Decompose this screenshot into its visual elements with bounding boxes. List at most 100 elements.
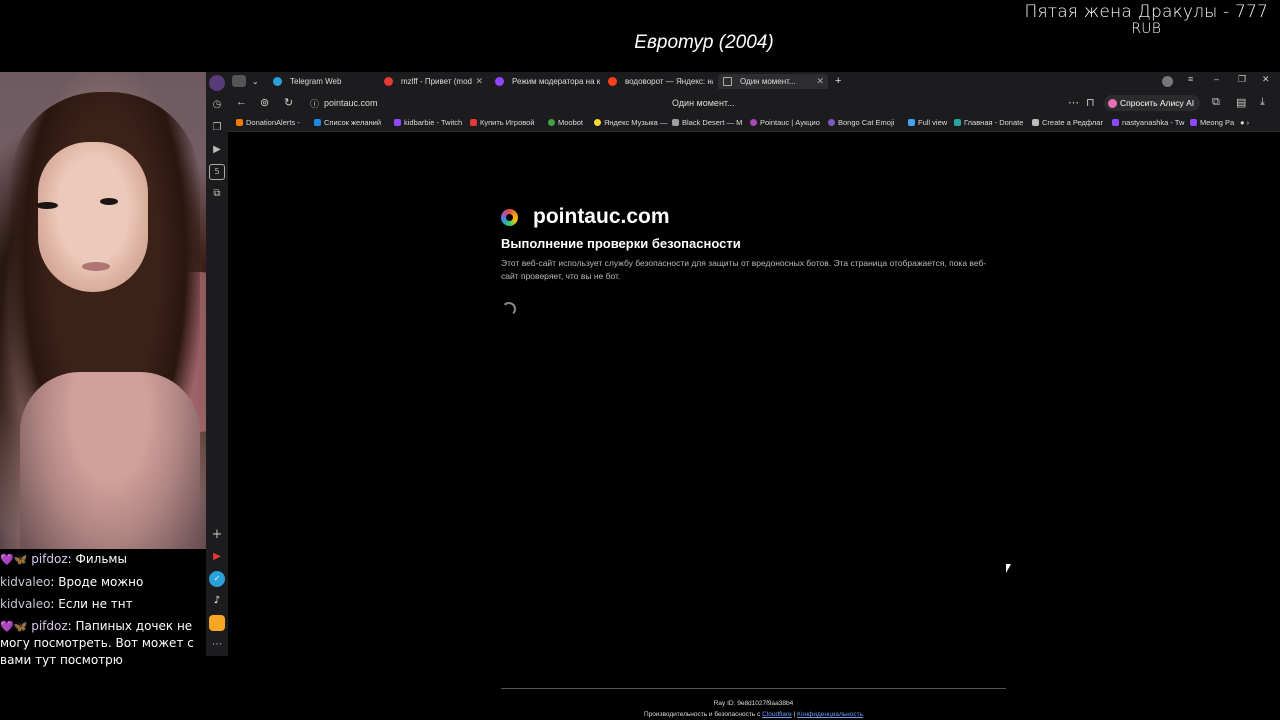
bookmark-item[interactable]: Список желаний: [314, 118, 381, 127]
tab-dropdown[interactable]: ⌄: [252, 74, 264, 89]
bookmark-item[interactable]: Купить Игровой: [470, 118, 535, 127]
chat-overlay: 💜🦋 pifdoz: Фильмы kidvaleo: Вроде можно …: [0, 548, 206, 669]
chevron-down-icon: ⌄: [252, 77, 259, 86]
reload-icon[interactable]: ↻: [284, 96, 293, 109]
collections-icon[interactable]: ❐: [209, 120, 225, 136]
app-icon[interactable]: 5: [209, 164, 225, 180]
page-content: pointauc.com Выполнение проверки безопас…: [228, 133, 1280, 718]
cloudflare-link[interactable]: Cloudflare: [762, 711, 792, 718]
wishlist-icon: [314, 119, 321, 126]
chat-username: pifdoz: [31, 552, 68, 566]
bookmark-label: Meong Pa: [1200, 118, 1235, 127]
webcam-sweater: [20, 372, 200, 549]
bookmark-item[interactable]: Яндекс Музыка —: [594, 118, 667, 127]
chat-message: 💜🦋 pifdoz: Папиных дочек не могу посмотр…: [0, 619, 194, 667]
bookmark-label: Create a Редфлаг: [1042, 118, 1104, 127]
chat-username: kidvaleo: [0, 597, 51, 611]
chat-text: Вроде можно: [58, 575, 144, 589]
tab-menu-icon: [232, 75, 246, 87]
tab-label: Один момент...: [740, 77, 796, 86]
footer-divider: [501, 688, 1006, 689]
menu-icon[interactable]: ≡: [1188, 74, 1193, 84]
bookmark-label: nastyanashka - Tw: [1122, 118, 1185, 127]
bookmark-label: Full view: [918, 118, 948, 127]
tab-telegram[interactable]: Telegram Web: [268, 74, 376, 89]
yandex-music-icon: [594, 119, 601, 126]
donation-goal-text: Пятая жена Дракулы - 777: [1024, 2, 1268, 22]
tiktok-icon[interactable]: ♪: [209, 593, 225, 609]
bookmark-item[interactable]: nastyanashka - Tw: [1112, 118, 1184, 127]
footer-separator: |: [793, 711, 796, 718]
more-options-icon[interactable]: ⋯: [1068, 96, 1079, 109]
chat-username: pifdoz: [31, 619, 68, 633]
tab-active[interactable]: Один момент... ✕: [718, 74, 828, 89]
protect-icon[interactable]: ⊚: [260, 96, 269, 109]
minimize-icon[interactable]: –: [1214, 74, 1219, 84]
chat-badges: 💜🦋: [0, 620, 28, 633]
bookmark-label: Купить Игровой: [480, 118, 535, 127]
more-icon[interactable]: ⋯: [209, 637, 225, 653]
bookmark-item[interactable]: Главная - Donate: [954, 118, 1023, 127]
bookmark-icon[interactable]: ⊓: [1086, 96, 1095, 109]
back-icon[interactable]: ←: [236, 96, 247, 108]
bookmark-item[interactable]: Moobot: [548, 118, 583, 127]
webcam-eye-right: [100, 198, 118, 205]
add-panel-icon[interactable]: +: [209, 527, 225, 543]
mouse-cursor-icon: [1006, 564, 1011, 573]
bookmark-label: Pointauc | Аукцио: [760, 118, 820, 127]
bookmark-item[interactable]: Create a Редфлаг: [1032, 118, 1103, 127]
check-title: Выполнение проверки безопасности: [501, 236, 741, 251]
bookmark-label: Black Desert — M: [682, 118, 743, 127]
bookmark-item[interactable]: Bongo Cat Emoji: [828, 118, 894, 127]
tab-menu-button[interactable]: [230, 74, 248, 89]
twitch-icon: [1112, 119, 1119, 126]
screenshot-icon[interactable]: ⧉: [209, 186, 225, 202]
profile-icon[interactable]: [209, 75, 225, 91]
browser-side-rail: ◷ ❐ ▶ 5 ⧉ + ▶ ✓ ♪ ⋯: [206, 72, 228, 656]
app-orange-icon[interactable]: [209, 615, 225, 631]
close-icon[interactable]: ✕: [475, 74, 483, 89]
bookmark-item[interactable]: Meong Pa: [1190, 118, 1234, 127]
privacy-link[interactable]: Конфиденциальность: [797, 711, 863, 718]
account-icon[interactable]: [1162, 76, 1173, 87]
verified-icon[interactable]: ✓: [209, 571, 225, 587]
chat-text: Фильмы: [75, 552, 127, 566]
tab-mzlff[interactable]: mzlff - Привет (mod ✕: [379, 74, 487, 89]
collections-icon[interactable]: ⧉: [1212, 96, 1220, 109]
donate-icon: [954, 119, 961, 126]
black-desert-icon: [672, 119, 679, 126]
address-bar: ← ⊚ ↻ ⓘ pointauc.com Один момент... ⋯ ⊓ …: [228, 91, 1280, 115]
twitch-icon: [394, 119, 401, 126]
ask-alice-button[interactable]: Спросить Алису AI: [1104, 95, 1201, 111]
chat-message: 💜🦋 pifdoz: Фильмы: [0, 552, 127, 566]
bookmarks-more-icon[interactable]: ● ›: [1240, 118, 1249, 127]
site-logo-icon: [501, 209, 518, 226]
bookmark-item[interactable]: Pointauc | Аукцио: [750, 118, 820, 127]
address-page-title: Один момент...: [672, 98, 735, 108]
download-icon[interactable]: ⤓: [1260, 96, 1265, 109]
alice-icon: [1108, 99, 1117, 108]
url-text[interactable]: pointauc.com: [324, 98, 378, 108]
restore-icon[interactable]: ❐: [1238, 74, 1246, 85]
bookmark-label: Moobot: [558, 118, 584, 127]
close-icon[interactable]: ✕: [816, 74, 824, 89]
history-icon[interactable]: ◷: [209, 97, 225, 113]
youtube-icon[interactable]: ▶: [209, 549, 225, 565]
bookmark-item[interactable]: DonationAlerts -: [236, 118, 300, 127]
new-tab-button[interactable]: +: [832, 74, 846, 89]
ask-alice-label: Спросить Алису AI: [1120, 98, 1195, 108]
tab-moderator[interactable]: Режим модератора на ка: [490, 74, 600, 89]
bookmark-item[interactable]: Full view: [908, 118, 947, 127]
extensions-icon[interactable]: ▤: [1236, 96, 1246, 109]
bookmark-item[interactable]: kidbarbie - Twitch: [394, 118, 462, 127]
site-name: pointauc.com: [501, 205, 670, 229]
media-icon[interactable]: ▶: [209, 142, 225, 158]
bookmark-label: Bongo Cat Emoji: [838, 118, 895, 127]
bookmark-item[interactable]: Black Desert — M: [672, 118, 742, 127]
tab-yandex[interactable]: водоворот — Яндекс: наш: [603, 74, 713, 89]
bookmark-label: DonationAlerts -: [246, 118, 300, 127]
close-window-icon[interactable]: ✕: [1262, 74, 1270, 85]
security-info-icon[interactable]: ⓘ: [310, 97, 319, 110]
browser-window: ◷ ❐ ▶ 5 ⧉ + ▶ ✓ ♪ ⋯ ⌄ Telegram Web mzlff…: [206, 72, 1280, 718]
youtube-icon: [384, 77, 393, 86]
